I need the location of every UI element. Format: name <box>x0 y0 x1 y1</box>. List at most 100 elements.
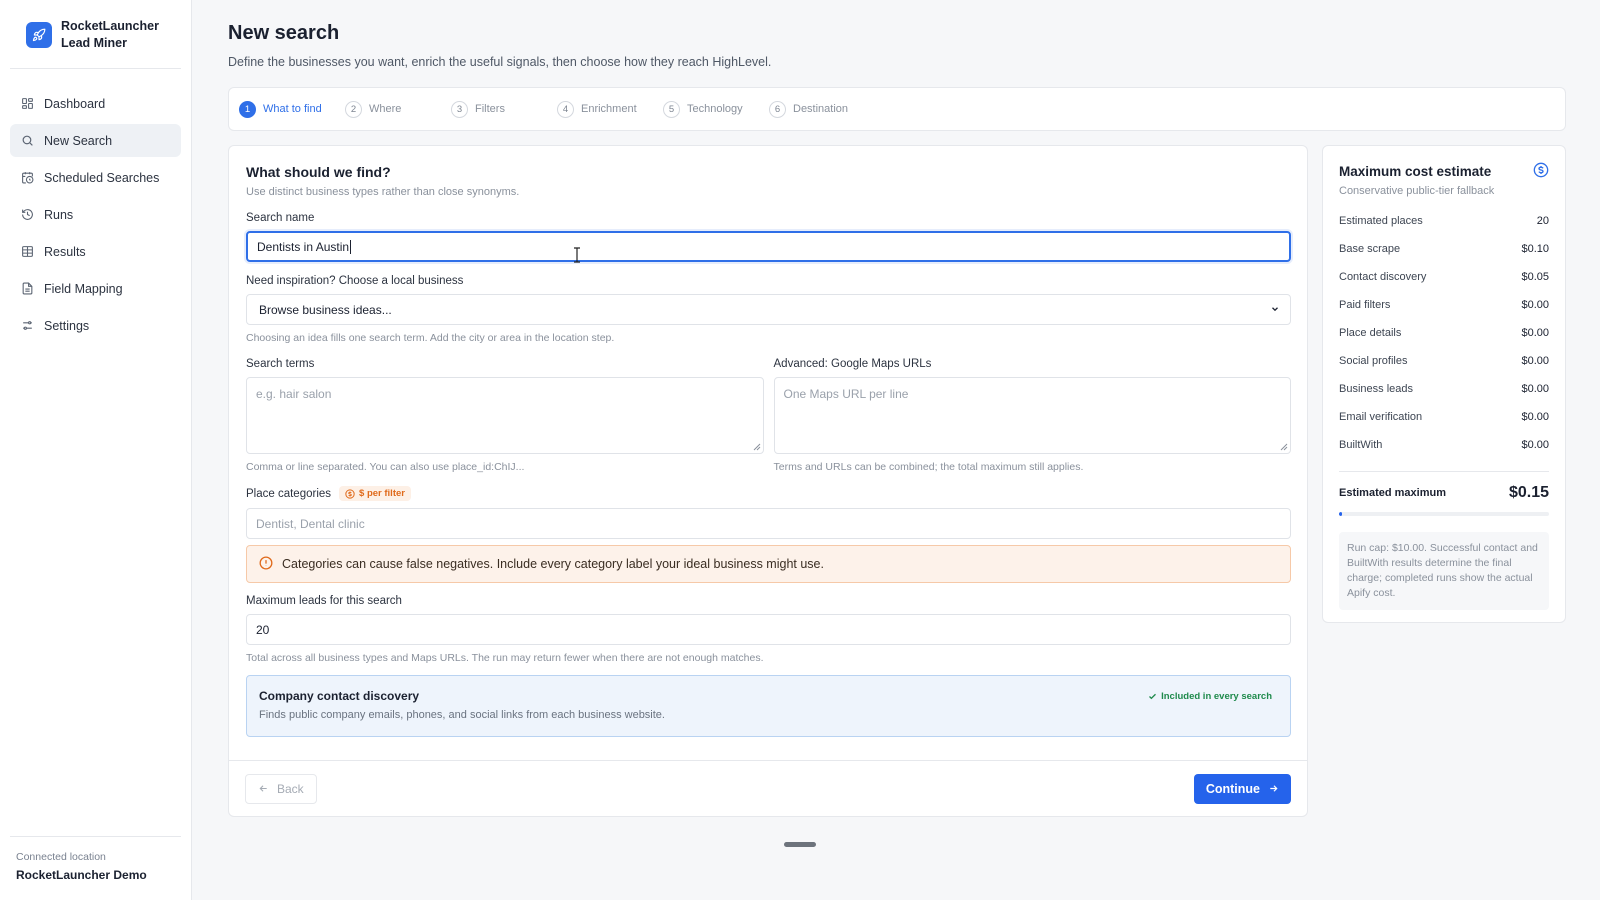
dashboard-grid-icon <box>20 97 34 111</box>
paid-filter-text: $ per filter <box>359 488 405 499</box>
form-title: What should we find? <box>246 164 391 180</box>
business-ideas-select[interactable]: Browse business ideas... <box>246 294 1291 325</box>
wizard-stepper: 1 What to find 2 Where 3 Filters 4 Enrichmen… <box>228 87 1566 131</box>
step-number: 1 <box>239 100 256 118</box>
rocket-icon <box>26 22 52 48</box>
step-label: Destination <box>793 103 849 115</box>
chevron-down-icon <box>1270 303 1280 317</box>
cost-row-value: $0.00 <box>1521 327 1549 339</box>
business-ideas-selected: Browse business ideas... <box>259 302 392 317</box>
sidebar-item-label: Field Mapping <box>44 281 123 296</box>
cost-row-label: Base scrape <box>1339 243 1401 255</box>
search-terms-textarea[interactable]: e.g. hair salon <box>246 377 764 454</box>
cost-row: Social profiles $0.00 <box>1339 355 1549 383</box>
cost-row-label: Social profiles <box>1339 355 1408 367</box>
cost-row: BuiltWith $0.00 <box>1339 439 1549 467</box>
sidebar-item-new-search[interactable]: New Search <box>10 124 181 157</box>
cost-row: Contact discovery $0.05 <box>1339 271 1549 299</box>
connected-location-label: Connected location <box>16 851 106 863</box>
sidebar-item-dashboard[interactable]: Dashboard <box>10 87 181 120</box>
scroll-handle[interactable] <box>784 842 816 847</box>
step-number: 6 <box>769 100 786 118</box>
step-label: Where <box>369 103 402 115</box>
cost-row-label: Paid filters <box>1339 299 1391 311</box>
contact-discovery-title: Company contact discovery <box>259 689 420 703</box>
cost-row: Business leads $0.00 <box>1339 383 1549 411</box>
run-cap-note: Run cap: $10.00. Successful contact and … <box>1339 532 1549 610</box>
cost-row-value: $0.00 <box>1521 439 1549 451</box>
step-technology[interactable]: 5 Technology <box>663 100 769 118</box>
cost-row-value: $0.00 <box>1521 383 1549 395</box>
cost-title: Maximum cost estimate <box>1339 164 1492 179</box>
sidebar: RocketLauncher Lead Miner Dashboard New … <box>0 0 192 900</box>
contact-discovery-box: Company contact discovery Finds public c… <box>246 675 1291 737</box>
included-badge-text: Included in every search <box>1161 691 1272 702</box>
form-footer: Back Continue <box>229 760 1307 816</box>
sidebar-item-settings[interactable]: Settings <box>10 309 181 342</box>
maps-urls-placeholder: One Maps URL per line <box>783 387 909 401</box>
dollar-circle-icon <box>1533 162 1549 181</box>
history-icon <box>20 208 34 222</box>
paid-filter-badge: $ per filter <box>339 486 411 501</box>
page-title: New search <box>228 22 340 44</box>
step-destination[interactable]: 6 Destination <box>769 100 875 118</box>
step-label: Technology <box>687 103 743 115</box>
step-where[interactable]: 2 Where <box>345 100 451 118</box>
resize-grip-icon[interactable] <box>753 443 761 451</box>
cost-row-value: $0.00 <box>1521 355 1549 367</box>
sidebar-item-label: Runs <box>44 207 74 222</box>
sidebar-item-label: Scheduled Searches <box>44 170 160 185</box>
cost-row-value: $0.05 <box>1521 271 1549 283</box>
max-leads-input[interactable]: 20 <box>246 614 1291 645</box>
max-leads-help: Total across all business types and Maps… <box>246 652 764 664</box>
search-icon <box>20 134 34 148</box>
cost-row: Email verification $0.00 <box>1339 411 1549 439</box>
sidebar-item-label: Settings <box>44 318 90 333</box>
search-terms-help: Comma or line separated. You can also us… <box>246 461 525 473</box>
estimated-maximum-value: $0.15 <box>1508 484 1549 501</box>
maps-urls-textarea[interactable]: One Maps URL per line <box>773 377 1291 454</box>
brand-line-2: Lead Miner <box>61 36 127 50</box>
max-leads-value: 20 <box>256 622 270 637</box>
step-number: 5 <box>663 100 680 118</box>
cost-row: Place details $0.00 <box>1339 327 1549 355</box>
sidebar-nav: Dashboard New Search Scheduled Searches … <box>0 69 191 360</box>
step-number: 4 <box>557 100 574 118</box>
search-name-label: Search name <box>246 212 315 224</box>
arrow-left-icon <box>259 785 267 792</box>
categories-warning: Categories can cause false negatives. In… <box>246 545 1291 583</box>
resize-grip-icon[interactable] <box>1280 443 1288 451</box>
cost-row: Base scrape $0.10 <box>1339 243 1549 271</box>
step-filters[interactable]: 3 Filters <box>451 100 557 118</box>
search-name-input[interactable]: Dentists in Austin <box>246 231 1291 262</box>
max-leads-label: Maximum leads for this search <box>246 595 402 607</box>
estimated-maximum: Estimated maximum $0.15 <box>1339 484 1549 502</box>
sidebar-item-field-mapping[interactable]: Field Mapping <box>10 272 181 305</box>
maps-urls-label: Advanced: Google Maps URLs <box>773 358 932 370</box>
step-enrichment[interactable]: 4 Enrichment <box>557 100 663 118</box>
place-categories-input[interactable]: Dentist, Dental clinic <box>246 508 1291 539</box>
cost-subtitle: Conservative public-tier fallback <box>1339 185 1495 197</box>
arrow-right-icon <box>1270 785 1278 792</box>
cost-rows: Estimated places 20 Base scrape $0.10 Cont… <box>1339 215 1549 467</box>
inspiration-label: Need inspiration? Choose a local busines… <box>246 275 464 287</box>
place-categories-label: Place categories <box>246 487 332 500</box>
sidebar-item-runs[interactable]: Runs <box>10 198 181 231</box>
step-what-to-find[interactable]: 1 What to find <box>239 100 345 118</box>
cost-row: Paid filters $0.00 <box>1339 299 1549 327</box>
estimated-maximum-label: Estimated maximum <box>1339 487 1446 499</box>
brand[interactable]: RocketLauncher Lead Miner <box>10 0 181 69</box>
cost-row-value: $0.10 <box>1521 243 1549 255</box>
included-badge: Included in every search <box>1148 691 1272 702</box>
sidebar-item-results[interactable]: Results <box>10 235 181 268</box>
search-terms-placeholder: e.g. hair salon <box>256 387 332 401</box>
page-subtitle: Define the businesses you want, enrich t… <box>228 55 772 69</box>
step-number: 2 <box>345 100 362 118</box>
continue-button[interactable]: Continue <box>1193 773 1291 804</box>
cost-estimate-card: Maximum cost estimate Conservative publi… <box>1322 145 1566 623</box>
back-button[interactable]: Back <box>245 773 317 804</box>
document-icon <box>20 282 34 296</box>
place-categories-placeholder: Dentist, Dental clinic <box>256 516 365 531</box>
divider <box>1339 471 1549 472</box>
sidebar-item-scheduled-searches[interactable]: Scheduled Searches <box>10 161 181 194</box>
